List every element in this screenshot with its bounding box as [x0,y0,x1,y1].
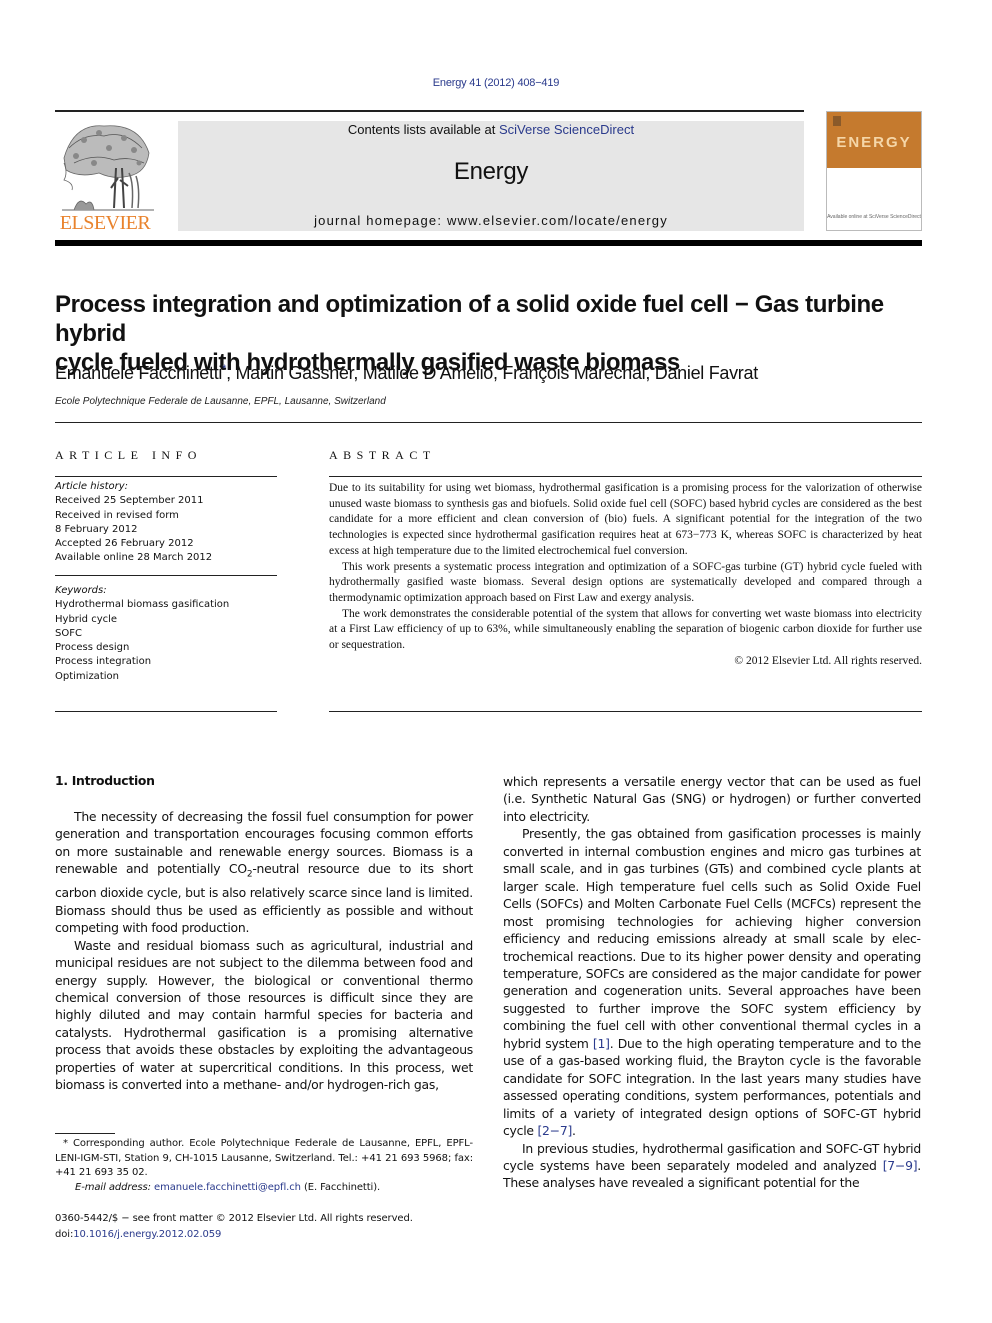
author-separator: , [493,363,503,383]
keywords-list: Keywords: Hydrothermal biomass gasificat… [55,584,277,684]
text-run: In previous studies, hydrothermal gasifi… [503,1140,921,1173]
front-matter-notice: 0360-5442/$ − see front matter © 2012 El… [55,1213,413,1224]
doi-line: doi:10.1016/j.energy.2012.02.059 [55,1227,495,1243]
keyword: Hybrid cycle [55,613,118,625]
author-separator: , [645,363,655,383]
author-separator: , [353,363,363,383]
email-note: E-mail address: emanuele.facchinetti@epf… [55,1181,473,1196]
reference-link[interactable]: [2−7] [537,1123,572,1138]
doi-prefix: doi: [55,1228,74,1240]
keyword: Optimization [55,670,119,682]
author[interactable]: Emanuele Facchinetti [55,363,222,383]
history-item: 8 February 2012 [55,523,138,535]
title-line-1: Process integration and optimization of … [55,291,884,347]
citation-link[interactable]: Energy 41 (2012) 408−419 [433,77,560,89]
contents-prefix: Contents lists available at [347,122,499,137]
author[interactable]: Matilde D’Amelio [363,363,494,383]
journal-cover-thumbnail[interactable]: ENERGY Available online at SciVerse Scie… [826,111,922,231]
sciencedirect-link[interactable]: SciVerse ScienceDirect [499,122,634,137]
cover-footer: Available online at SciVerse ScienceDire… [827,214,921,220]
elsevier-tree-icon [62,125,154,211]
email-link[interactable]: emanuele.facchinetti@epfl.ch [154,1182,301,1193]
author[interactable]: François Marechal [502,363,645,383]
text-run: Presently, the gas obtained from gasific… [503,826,921,1051]
article-info-bottom-rule [55,711,277,712]
footnote-rule [55,1133,115,1134]
keyword: Process design [55,642,130,654]
abstract-paragraph: The work demonstrates the considerable p… [329,607,922,652]
body-paragraph: Presently, the gas obtained from gasific… [503,825,921,1139]
cover-header: ENERGY [827,112,921,168]
keyword: Hydrothermal biomass gasification [55,599,230,611]
keywords-heading: Keywords: [55,585,107,596]
cover-title: ENERGY [836,134,912,151]
history-keywords-divider [55,575,277,576]
keyword: Process integration [55,656,152,668]
publisher-name: ELSEVIER [59,212,151,234]
body-paragraph: The necessity of decreasing the fossil f… [55,808,473,937]
abstract-rule [329,476,922,477]
cover-logo-icon [833,116,841,126]
text-run: . [572,1123,576,1139]
author[interactable]: Daniel Favrat [655,363,758,383]
contents-availability: Contents lists available at SciVerse Sci… [178,122,804,137]
doi-link[interactable]: 10.1016/j.energy.2012.02.059 [73,1229,221,1240]
affiliation: Ecole Polytechnique Federale de Lausanne… [55,396,386,407]
journal-citation[interactable]: Energy 41 (2012) 408−419 [0,77,992,89]
title-divider [55,422,922,423]
journal-name: Energy [453,158,529,185]
body-column-right: which represents a versatile energy vect… [503,773,921,1192]
abstract-label: ABSTRACT [329,448,436,462]
elsevier-logo[interactable]: ELSEVIER [54,118,156,234]
article-info-label: ARTICLE INFO [55,448,202,462]
journal-homepage[interactable]: journal homepage: www.elsevier.com/locat… [178,213,804,228]
keyword: SOFC [55,627,82,639]
body-paragraph: In previous studies, hydrothermal gasifi… [503,1140,921,1192]
author-list: Emanuele Facchinetti*, Martin Gassner, M… [55,363,935,384]
footnote: * Corresponding author. Ecole Polytechni… [55,1137,473,1195]
abstract-paragraph: Due to its suitability for using wet bio… [329,482,922,557]
corresponding-author-note: * Corresponding author. Ecole Polytechni… [55,1138,473,1179]
email-suffix: (E. Facchinetti). [300,1181,381,1193]
history-item: Received in revised form [55,509,179,521]
front-matter: 0360-5442/$ − see front matter © 2012 El… [55,1211,495,1242]
journal-banner: Contents lists available at SciVerse Sci… [178,121,804,231]
history-item: Accepted 26 February 2012 [55,538,194,550]
reference-link[interactable]: [1] [593,1036,610,1051]
history-item: Available online 28 March 2012 [55,552,213,564]
abstract-paragraph: This work presents a systematic process … [329,560,922,604]
body-paragraph: Waste and residual biomass such as agric… [55,937,473,1093]
article-history: Article history: Received 25 September 2… [55,480,277,566]
abstract-copyright: © 2012 Elsevier Ltd. All rights reserved… [734,654,922,667]
history-item: Received 25 September 2011 [55,495,204,507]
abstract-bottom-rule [329,711,922,712]
body-paragraph: which represents a versatile energy vect… [503,774,921,824]
header-top-rule [55,110,804,112]
section-heading-introduction: 1. Introduction [55,773,155,788]
reference-link[interactable]: [7−9] [883,1158,918,1173]
author[interactable]: Martin Gassner [235,363,353,383]
header-bottom-rule [55,240,922,246]
article-history-heading: Article history: [55,481,129,492]
article-info-rule [55,476,277,477]
email-label: E-mail address: [75,1181,151,1193]
body-column-left: The necessity of decreasing the fossil f… [55,808,473,1094]
abstract-body: Due to its suitability for using wet bio… [329,481,922,669]
